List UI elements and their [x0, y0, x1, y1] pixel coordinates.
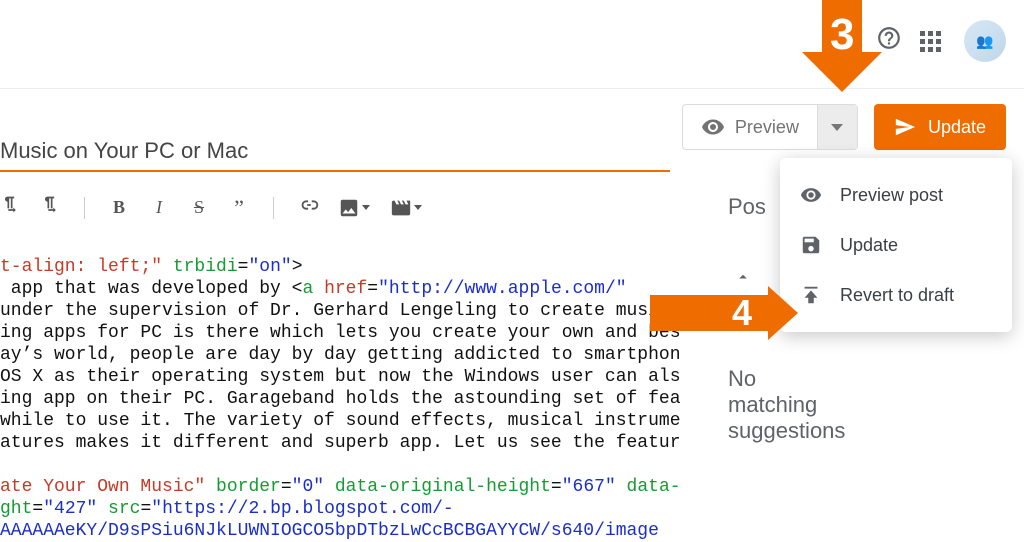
preview-dropdown-menu: Preview post Update Revert to draft	[780, 158, 1012, 332]
code-text: "on"	[248, 257, 291, 277]
code-text: =	[281, 477, 292, 497]
code-text: <	[292, 279, 303, 299]
menu-item-label: Update	[840, 235, 898, 256]
insert-video-button[interactable]	[390, 197, 422, 219]
code-text: AAAAAAeKY/D9sPSiu6NJkLUWNIOGCO5bpDTbzLwC…	[0, 521, 659, 541]
preview-label: Preview	[735, 117, 799, 138]
annotation-step-3: 3	[802, 0, 882, 96]
rtl-format-icon[interactable]	[40, 195, 60, 220]
menu-item-label: Preview post	[840, 185, 943, 206]
chevron-down-icon	[831, 124, 843, 131]
blockquote-button[interactable]: ”	[229, 195, 249, 221]
ltr-format-icon[interactable]	[0, 195, 20, 220]
code-text: border	[205, 477, 281, 497]
chevron-down-icon	[362, 205, 370, 210]
code-text: >	[292, 257, 303, 277]
eye-icon	[800, 184, 822, 206]
suggestions-panel: Pos No matching suggestions	[728, 194, 766, 260]
insert-link-button[interactable]	[298, 194, 318, 221]
strikethrough-button[interactable]: S	[189, 197, 209, 218]
code-text: =	[32, 499, 43, 519]
code-text: src	[97, 499, 140, 519]
preview-button[interactable]: Preview	[683, 105, 817, 149]
code-text: ate Your Own Music"	[0, 477, 205, 497]
account-avatar[interactable]: 👥	[964, 20, 1006, 62]
code-text: ay’s world, people are day by day gettin…	[0, 345, 680, 365]
code-text: ght	[0, 499, 32, 519]
code-text: =	[238, 257, 249, 277]
code-text: ing apps for PC is there which lets you …	[0, 323, 680, 343]
post-title-input[interactable]: Music on Your PC or Mac	[0, 138, 670, 172]
code-text: trbidi	[162, 257, 238, 277]
code-text: under the supervision of Dr. Gerhard Len…	[0, 301, 680, 321]
code-text: while to use it. The variety of sound ef…	[0, 411, 680, 431]
apps-grid-icon[interactable]	[916, 27, 944, 55]
menu-revert-to-draft[interactable]: Revert to draft	[780, 270, 1012, 320]
code-text: =	[140, 499, 151, 519]
html-editor[interactable]: t-align: left;" trbidi="on"> app that wa…	[0, 256, 680, 542]
code-text: "427"	[43, 499, 97, 519]
code-text: data-original-height	[324, 477, 551, 497]
annotation-step-4: 4	[650, 286, 810, 340]
code-text: atures makes it different and superb app…	[0, 433, 680, 453]
menu-preview-post[interactable]: Preview post	[780, 170, 1012, 220]
preview-dropdown-toggle[interactable]	[817, 105, 857, 149]
menu-update[interactable]: Update	[780, 220, 1012, 270]
no-suggestions-text: No matching suggestions	[728, 366, 845, 444]
menu-item-label: Revert to draft	[840, 285, 954, 306]
code-text: OS X as their operating system but now t…	[0, 367, 680, 387]
code-text: href	[324, 279, 367, 299]
annotation-number: 3	[830, 10, 854, 60]
annotation-number: 4	[732, 292, 752, 334]
code-text: "667"	[562, 477, 616, 497]
code-text: a	[302, 279, 324, 299]
update-label: Update	[928, 117, 986, 138]
update-button[interactable]: Update	[874, 104, 1006, 150]
code-text: =	[367, 279, 378, 299]
send-icon	[894, 116, 916, 138]
preview-button-group: Preview	[682, 104, 858, 150]
code-text: "https://2.bp.blogspot.com/-	[151, 499, 453, 519]
code-text: "0"	[292, 477, 324, 497]
code-text: app that was developed by	[0, 279, 292, 299]
code-text: t-align: left;"	[0, 257, 162, 277]
save-icon	[800, 234, 822, 256]
italic-button[interactable]: I	[149, 197, 169, 218]
eye-icon	[701, 115, 725, 139]
code-text: =	[551, 477, 562, 497]
bold-button[interactable]: B	[109, 197, 129, 218]
panel-heading-fragment: Pos	[728, 194, 766, 220]
code-text: data-	[616, 477, 680, 497]
editor-toolbar: B I S ”	[0, 194, 422, 221]
code-text: ing app on their PC. Garageband holds th…	[0, 389, 680, 409]
chevron-down-icon	[414, 205, 422, 210]
code-text: "http://www.apple.com/"	[378, 279, 626, 299]
insert-image-button[interactable]	[338, 197, 370, 219]
